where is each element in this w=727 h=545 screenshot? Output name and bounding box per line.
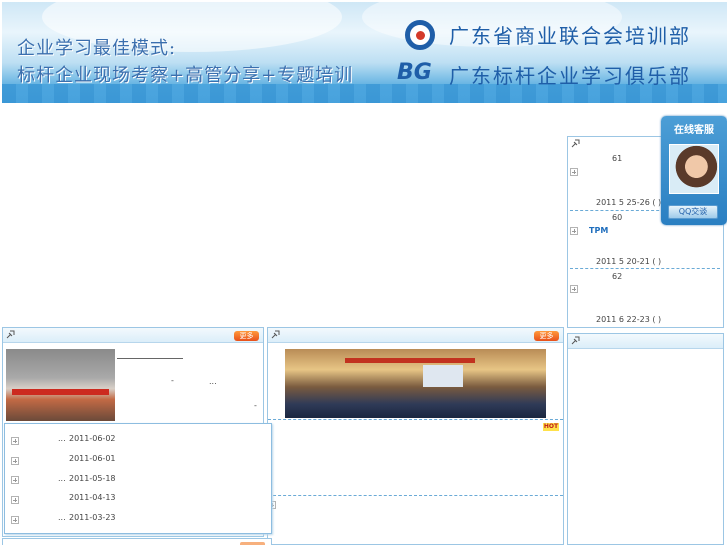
panel-header: 更多 bbox=[268, 328, 563, 343]
event-photo-large[interactable] bbox=[285, 349, 546, 418]
course-date-1[interactable]: 2011 5 25-26 ( ) bbox=[596, 198, 661, 207]
expand-icon[interactable] bbox=[570, 168, 578, 176]
list-prefix: ... bbox=[58, 474, 66, 483]
headline-underline bbox=[117, 358, 183, 359]
online-service-title: 在线客服 bbox=[674, 125, 714, 136]
chamber-logo-icon bbox=[405, 20, 435, 50]
expand-icon[interactable] bbox=[11, 496, 19, 504]
pin-icon bbox=[271, 330, 280, 339]
summary-dot-1: - bbox=[171, 376, 174, 385]
more-button[interactable]: 更多 bbox=[234, 331, 259, 341]
event-photo[interactable] bbox=[6, 349, 115, 421]
right-lower-panel bbox=[567, 333, 724, 545]
page: 企业学习最佳模式: 标杆企业现场考察+高管分享+专题培训 BG 广东省商业联合会… bbox=[0, 0, 727, 545]
list-date[interactable]: 2011-05-18 bbox=[69, 474, 116, 483]
panel-header: 更多 bbox=[3, 328, 263, 343]
bottom-panel bbox=[2, 538, 272, 545]
panel-header bbox=[568, 334, 723, 349]
course-number-3: 62 bbox=[612, 272, 623, 281]
expand-icon[interactable] bbox=[11, 437, 19, 445]
course-number-1: 61 bbox=[612, 154, 623, 163]
org-name-2: 广东标杆企业学习俱乐部 bbox=[449, 64, 691, 88]
list-date[interactable]: 2011-06-02 bbox=[69, 434, 116, 443]
divider bbox=[570, 268, 720, 269]
list-date[interactable]: 2011-03-23 bbox=[69, 513, 116, 522]
hot-badge: HOT bbox=[543, 423, 559, 431]
online-service-widget: 在线客服 QQ交谈 bbox=[661, 116, 727, 225]
list-date[interactable]: 2011-06-01 bbox=[69, 454, 116, 463]
course-number-2: 60 bbox=[612, 213, 623, 222]
bg-logo: BG bbox=[397, 60, 432, 85]
header-banner: 企业学习最佳模式: 标杆企业现场考察+高管分享+专题培训 BG 广东省商业联合会… bbox=[2, 2, 727, 103]
expand-icon[interactable] bbox=[11, 457, 19, 465]
expand-icon[interactable] bbox=[11, 516, 19, 524]
photo-banner bbox=[345, 358, 475, 363]
divider bbox=[268, 495, 563, 496]
course-date-2[interactable]: 2011 5 20-21 ( ) bbox=[596, 257, 661, 266]
pin-icon bbox=[571, 336, 580, 345]
expand-icon[interactable] bbox=[570, 227, 578, 235]
photo-screen bbox=[423, 365, 463, 387]
list-date[interactable]: 2011-04-13 bbox=[69, 493, 116, 502]
expand-icon[interactable] bbox=[11, 476, 19, 484]
course-date-3[interactable]: 2011 6 22-23 ( ) bbox=[596, 315, 661, 324]
summary-dot-3: - bbox=[254, 401, 257, 410]
slogan-line-2: 标杆企业现场考察+高管分享+专题培训 bbox=[17, 65, 354, 86]
expand-icon[interactable] bbox=[570, 285, 578, 293]
course-tag-2[interactable]: TPM bbox=[589, 226, 608, 235]
summary-dot-2: ... bbox=[209, 377, 217, 386]
pin-icon bbox=[571, 139, 580, 148]
photo-banner bbox=[12, 389, 109, 395]
date-list-panel bbox=[4, 423, 272, 534]
slogan-line-1: 企业学习最佳模式: bbox=[17, 38, 177, 59]
list-prefix: ... bbox=[58, 513, 66, 522]
org-name-1: 广东省商业联合会培训部 bbox=[449, 24, 691, 48]
pin-icon bbox=[6, 330, 15, 339]
qq-chat-button[interactable]: QQ交谈 bbox=[668, 205, 718, 219]
more-button[interactable]: 更多 bbox=[534, 331, 559, 341]
list-prefix: ... bbox=[58, 434, 66, 443]
divider bbox=[268, 419, 563, 420]
service-agent-avatar bbox=[669, 144, 719, 194]
